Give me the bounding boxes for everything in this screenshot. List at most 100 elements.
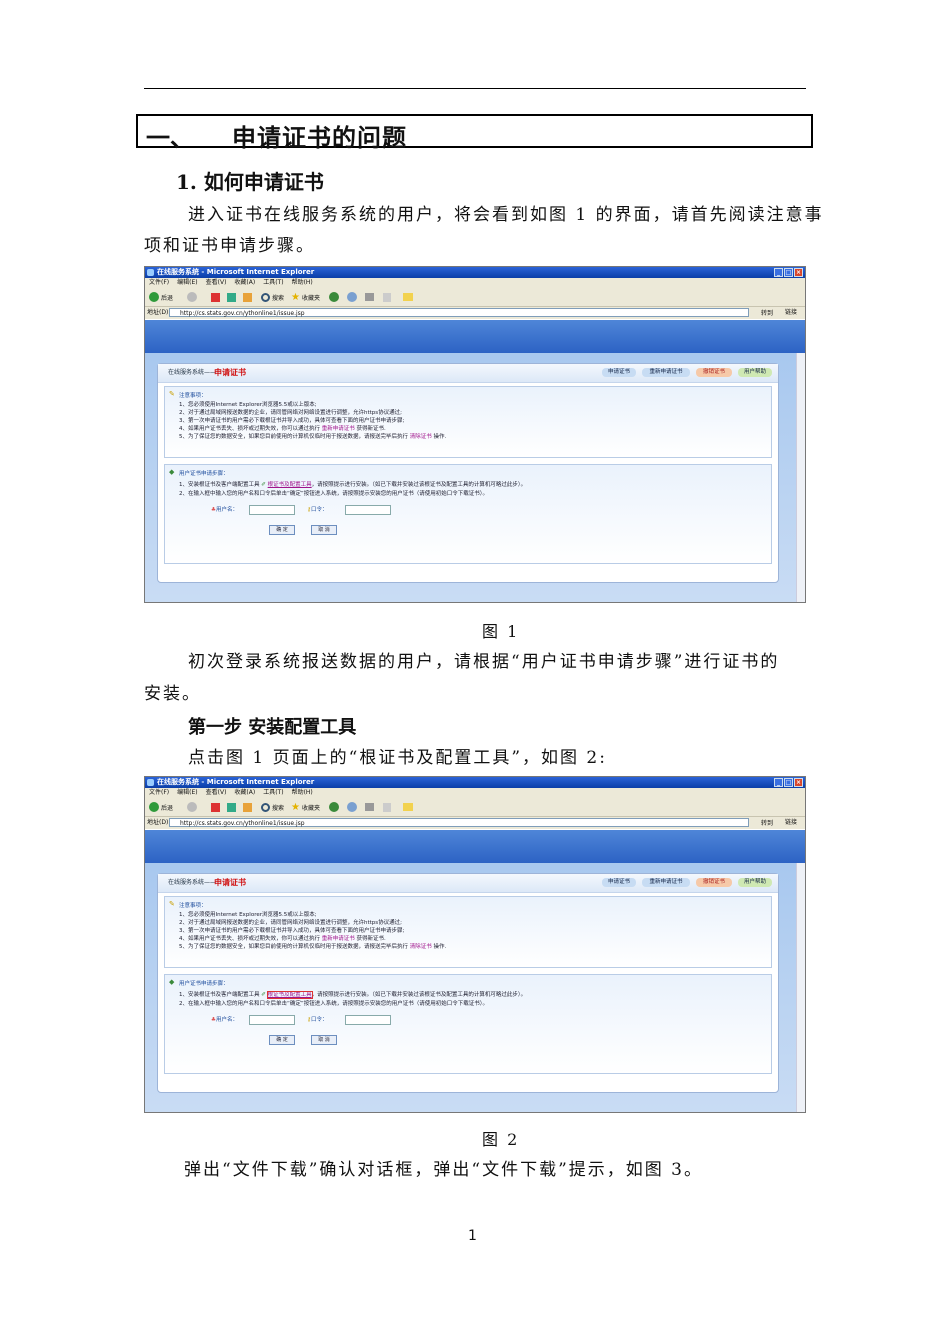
nav-user-help[interactable]: 用户帮助: [738, 368, 772, 377]
root-cert-tool-link-highlighted[interactable]: 根证书及配置工具: [266, 991, 313, 999]
site-content: 在线服务系统—— 申请证书 申请证书 重新申请证书 撤销证书 用户帮助 ✎ 注意…: [145, 353, 805, 602]
notice-box: ✎ 注意事项： 1、您必须使用Internet Explorer浏览器5.5或以…: [164, 386, 772, 458]
forward-button[interactable]: [187, 801, 197, 813]
back-button[interactable]: 后退: [149, 291, 173, 303]
nav-revoke-cert[interactable]: 撤销证书: [696, 368, 732, 377]
menu-help[interactable]: 帮助(H): [292, 279, 313, 286]
refresh-button[interactable]: [227, 801, 236, 813]
steps-title: 用户证书申请步骤：: [179, 981, 229, 987]
maximize-icon[interactable]: □: [784, 268, 793, 277]
step-1-post: ，请按照提示进行安装。（如已下载并安装过该根证书及配置工具的计算机可略过此步）。: [311, 992, 527, 998]
folder-button[interactable]: [403, 291, 413, 303]
password-input[interactable]: [345, 505, 391, 515]
go-button[interactable]: 转到: [761, 308, 773, 320]
history-button[interactable]: [329, 291, 339, 303]
search-button[interactable]: 搜索: [261, 291, 284, 303]
history-button[interactable]: [329, 801, 339, 813]
menu-tools[interactable]: 工具(T): [263, 279, 283, 286]
menu-favorites[interactable]: 收藏(A): [234, 789, 255, 796]
username-input[interactable]: [249, 1015, 295, 1025]
maximize-icon[interactable]: □: [784, 778, 793, 787]
close-icon[interactable]: ×: [794, 268, 803, 277]
forward-button[interactable]: [187, 291, 197, 303]
close-icon[interactable]: ×: [794, 778, 803, 787]
search-button[interactable]: 搜索: [261, 801, 284, 813]
clear-cert-link[interactable]: 清除证书: [410, 434, 432, 440]
password-input[interactable]: [345, 1015, 391, 1025]
mail-button[interactable]: [347, 801, 357, 813]
links-label[interactable]: 链接: [785, 307, 797, 319]
edit-button[interactable]: [383, 291, 391, 303]
links-label[interactable]: 链接: [785, 817, 797, 829]
address-label: 地址(D): [147, 309, 169, 316]
favorites-button[interactable]: ★ 收藏夹: [291, 291, 320, 303]
cancel-button[interactable]: 取 消: [311, 1035, 337, 1045]
back-label: 后退: [161, 294, 174, 302]
refresh-button[interactable]: [227, 291, 236, 303]
address-label: 地址(D): [147, 819, 169, 826]
username-input[interactable]: [249, 505, 295, 515]
notice-5: 5、为了保证您的数据安全，如果您目前使用的计算机仅临时用于报送数据，请报送完毕后…: [179, 942, 446, 950]
scrollbar[interactable]: [796, 863, 805, 1112]
address-bar: 地址(D) http://cs.stats.gov.cn/ythonline1/…: [145, 307, 805, 319]
scrollbar[interactable]: [796, 353, 805, 602]
cancel-button[interactable]: 取 消: [311, 525, 337, 535]
print-button[interactable]: [365, 291, 374, 303]
menu-edit[interactable]: 编辑(E): [177, 789, 197, 796]
site-banner: [145, 830, 805, 863]
menu-help[interactable]: 帮助(H): [292, 789, 313, 796]
stop-button[interactable]: [211, 291, 220, 303]
forward-icon: [187, 802, 197, 812]
password-label: ⚷口令：: [307, 505, 328, 513]
menu-edit[interactable]: 编辑(E): [177, 279, 197, 286]
menu-view[interactable]: 查看(V): [206, 279, 227, 286]
menu-favorites[interactable]: 收藏(A): [234, 279, 255, 286]
step-1-pre: 1、安装根证书及客户端配置工具: [179, 992, 260, 998]
heading2: 1. 如何申请证书: [176, 170, 324, 194]
address-input[interactable]: http://cs.stats.gov.cn/ythonline1/issue.…: [169, 818, 749, 827]
home-button[interactable]: [243, 291, 252, 303]
go-button[interactable]: 转到: [761, 818, 773, 830]
para3: 点击图 1 页面上的“根证书及配置工具”，如图 2:: [188, 748, 607, 768]
back-label: 后退: [161, 804, 174, 812]
notice-5-text: 5、为了保证您的数据安全，如果您目前使用的计算机仅临时用于报送数据，请报送完毕后…: [179, 944, 409, 950]
nav-apply-cert[interactable]: 申请证书: [602, 878, 636, 887]
minimize-icon[interactable]: _: [774, 778, 783, 787]
notice-3: 3、第一次申请证书的用户需必下载根证书并导入成功，具体可查看下面的用户证书申请步…: [179, 418, 405, 424]
folder-button[interactable]: [403, 801, 413, 813]
clear-cert-link[interactable]: 清除证书: [410, 944, 432, 950]
ok-button[interactable]: 确 定: [269, 1035, 295, 1045]
favorites-button[interactable]: ★ 收藏夹: [291, 801, 320, 813]
stop-button[interactable]: [211, 801, 220, 813]
nav-reapply-cert[interactable]: 重新申请证书: [642, 878, 690, 887]
mail-button[interactable]: [347, 291, 357, 303]
print-button[interactable]: [365, 801, 374, 813]
edit-button[interactable]: [383, 801, 391, 813]
menu-file[interactable]: 文件(F): [149, 279, 169, 286]
menu-tools[interactable]: 工具(T): [263, 789, 283, 796]
ok-button[interactable]: 确 定: [269, 525, 295, 535]
minimize-icon[interactable]: _: [774, 268, 783, 277]
nav-user-help[interactable]: 用户帮助: [738, 878, 772, 887]
step-2: 2、在输入框中输入您的用户名和口令后单击“确定”按钮进入系统，请按照提示安装您的…: [179, 1001, 488, 1007]
menu-file[interactable]: 文件(F): [149, 789, 169, 796]
window-titlebar: 在线服务系统 - Microsoft Internet Explorer _ □ ×: [145, 267, 805, 278]
print-icon: [365, 803, 374, 811]
menu-view[interactable]: 查看(V): [206, 789, 227, 796]
heading1-number: 一、: [146, 123, 194, 152]
back-button[interactable]: 后退: [149, 801, 173, 813]
nav-revoke-cert[interactable]: 撤销证书: [696, 878, 732, 887]
para2-line2: 安装。: [144, 684, 201, 704]
page-title: 申请证书: [214, 368, 246, 377]
notice-box: ✎ 注意事项： 1、您必须使用Internet Explorer浏览器5.5或以…: [164, 896, 772, 968]
address-input[interactable]: http://cs.stats.gov.cn/ythonline1/issue.…: [169, 308, 749, 317]
history-icon: [329, 802, 339, 812]
home-button[interactable]: [243, 801, 252, 813]
nav-reapply-cert[interactable]: 重新申请证书: [642, 368, 690, 377]
search-icon: [261, 292, 270, 302]
star-icon: ★: [291, 291, 300, 303]
root-cert-tool-link[interactable]: 根证书及配置工具: [268, 482, 312, 488]
step-1-pre: 1、安装根证书及客户端配置工具: [179, 482, 260, 488]
nav-apply-cert[interactable]: 申请证书: [602, 368, 636, 377]
apply-panel: 在线服务系统—— 申请证书 申请证书 重新申请证书 撤销证书 用户帮助 ✎ 注意…: [157, 363, 779, 583]
